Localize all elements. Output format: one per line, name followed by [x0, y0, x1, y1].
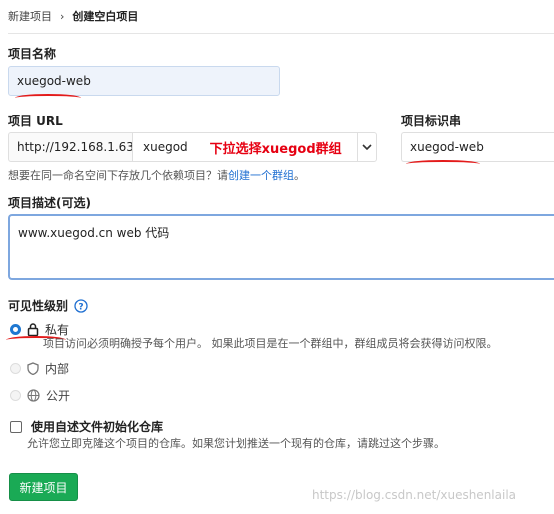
- radio-unselected[interactable]: [10, 363, 21, 374]
- project-url-label: 项目 URL: [8, 114, 63, 128]
- globe-icon: [27, 389, 40, 402]
- breadcrumb-separator: ›: [60, 9, 65, 23]
- url-prefix: http://192.168.1.63/: [8, 132, 138, 162]
- private-description: 项目访问必须明确授予每个用户。 如果此项目是在一个群组中，群组成员将会获得访问权…: [43, 337, 498, 350]
- namespace-value: xuegod: [143, 140, 188, 154]
- divider: [8, 33, 554, 34]
- description-textarea[interactable]: www.xuegod.cn web 代码: [8, 214, 554, 280]
- create-project-button[interactable]: 新建项目: [9, 473, 78, 501]
- namespace-dropdown-button[interactable]: [357, 132, 377, 162]
- init-readme-checkbox[interactable]: [10, 420, 22, 433]
- visibility-option-public[interactable]: 公开: [10, 387, 70, 404]
- namespace-annotation: 下拉选择xuegod群组: [209, 141, 342, 157]
- red-underline: [15, 94, 81, 102]
- project-name-label: 项目名称: [8, 47, 57, 61]
- url-hint-suffix: 。: [294, 169, 305, 182]
- project-name-input[interactable]: xuegod-web: [8, 66, 280, 96]
- description-value: www.xuegod.cn web 代码: [18, 226, 170, 240]
- init-readme-row[interactable]: 使用自述文件初始化仓库: [10, 418, 163, 435]
- chevron-down-icon: [362, 144, 372, 150]
- shield-icon: [27, 362, 39, 375]
- radio-selected[interactable]: [10, 324, 21, 335]
- breadcrumb-parent[interactable]: 新建项目: [8, 8, 52, 24]
- breadcrumb: 新建项目 › 创建空白项目: [8, 8, 138, 24]
- url-hint: 想要在同一命名空间下存放几个依赖项目？请创建一个群组。: [8, 167, 305, 183]
- project-slug-input[interactable]: xuegod-web: [401, 132, 554, 162]
- namespace-select[interactable]: xuegod 下拉选择xuegod群组: [132, 132, 358, 162]
- help-icon[interactable]: ?: [74, 298, 88, 313]
- watermark: https://blog.csdn.net/xueshenlaila: [312, 488, 517, 502]
- internal-label: 内部: [45, 362, 70, 376]
- url-hint-text: 想要在同一命名空间下存放几个依赖项目？请: [8, 169, 228, 182]
- lock-icon: [27, 323, 39, 336]
- radio-unselected[interactable]: [10, 390, 21, 401]
- visibility-label-row: 可见性级别 ?: [8, 297, 88, 314]
- url-prefix-text: http://192.168.1.63/: [17, 140, 138, 154]
- project-name-value: xuegod-web: [17, 74, 91, 88]
- description-label: 项目描述(可选): [8, 196, 91, 210]
- public-label: 公开: [46, 389, 71, 403]
- project-slug-value: xuegod-web: [410, 140, 484, 154]
- project-slug-label: 项目标识串: [401, 114, 462, 128]
- svg-text:?: ?: [78, 302, 83, 312]
- init-readme-description: 允许您立即克隆这个项目的仓库。如果您计划推送一个现有的仓库，请跳过这个步骤。: [27, 437, 445, 450]
- init-readme-label: 使用自述文件初始化仓库: [31, 420, 164, 434]
- visibility-label: 可见性级别: [8, 299, 69, 313]
- breadcrumb-current: 创建空白项目: [72, 10, 139, 23]
- create-group-link[interactable]: 创建一个群组: [228, 169, 294, 182]
- visibility-option-internal[interactable]: 内部: [10, 360, 69, 377]
- red-underline: [406, 160, 480, 168]
